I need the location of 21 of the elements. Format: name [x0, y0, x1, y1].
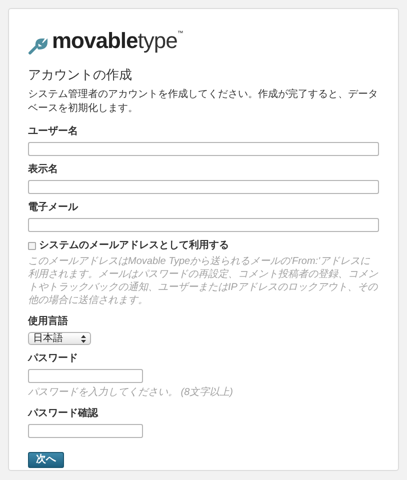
language-select[interactable]: 日本語 — [28, 332, 91, 345]
next-button[interactable]: 次へ — [28, 452, 64, 468]
intro-text: システム管理者のアカウントを作成してください。作成が完了すると、データベースを初期化します。 — [28, 88, 379, 116]
checkbox[interactable] — [28, 242, 36, 250]
password-field[interactable] — [28, 369, 143, 383]
field-label: パスワード確認 — [28, 407, 100, 420]
field-label: ユーザー名 — [28, 125, 79, 138]
field-label: 電子メール — [28, 201, 80, 214]
help-text: このメールアドレスはMovable Typeから送られるメールの'From:'アドレスに利用されます。メールはパスワードの再設定、コメント投稿者の登録、コメントやトラックバックの通知、ユーザーまたはIPアドレスのロックアウト、その他の場合に送信されます。 — [28, 255, 379, 307]
wrench-icon — [28, 37, 48, 55]
text-field[interactable] — [28, 142, 379, 156]
help-text: パスワードを入力してください。 (8文字以上) — [28, 386, 234, 399]
checkbox-label: システムのメールアドレスとして利用する — [39, 239, 229, 252]
text-field[interactable] — [28, 218, 379, 232]
field-label: 使用言語 — [28, 315, 69, 328]
field-label: 表示名 — [28, 163, 59, 176]
page-title: アカウントの作成 — [28, 67, 133, 83]
updown-icon — [81, 334, 86, 342]
field-label: パスワード — [28, 352, 79, 365]
password-field[interactable] — [28, 424, 143, 438]
text-field[interactable] — [28, 180, 379, 194]
